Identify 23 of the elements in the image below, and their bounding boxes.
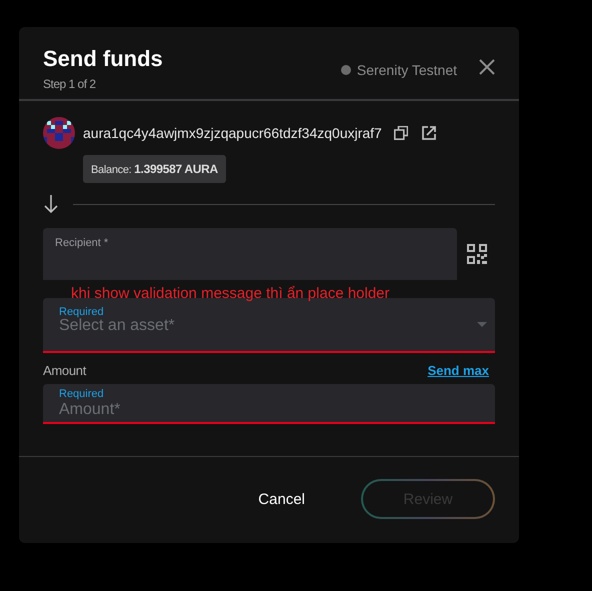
recipient-field[interactable]: Recipient * bbox=[43, 228, 457, 280]
avatar-icon bbox=[43, 117, 75, 149]
field-label: Recipient * bbox=[55, 237, 108, 249]
balance-chip: Balance: 1.399587 AURA bbox=[83, 155, 226, 183]
external-link-icon[interactable] bbox=[422, 126, 436, 140]
field-placeholder: Select an asset* bbox=[59, 317, 175, 336]
validation-message: Required bbox=[59, 306, 104, 318]
amount-field[interactable]: Required Amount* bbox=[43, 384, 495, 424]
dialog-title: Send funds bbox=[43, 45, 163, 73]
validation-message: Required bbox=[59, 388, 104, 400]
cancel-button[interactable]: Cancel bbox=[258, 490, 305, 508]
step-indicator: Step 1 of 2 bbox=[43, 77, 97, 91]
amount-label: Amount bbox=[43, 363, 86, 378]
send-max-link[interactable]: Send max bbox=[428, 363, 489, 378]
copy-icon[interactable] bbox=[394, 126, 408, 140]
close-icon[interactable] bbox=[479, 59, 495, 75]
wallet-address: aura1qc4y4awjmx9zjzqapucr66tdzf34zq0uxjraf7 bbox=[83, 125, 382, 141]
down-arrow-icon bbox=[43, 194, 59, 214]
network-name: Serenity Testnet bbox=[356, 62, 457, 78]
field-placeholder: Amount* bbox=[59, 401, 120, 419]
dropdown-caret-icon bbox=[477, 322, 487, 327]
network-status-dot bbox=[340, 65, 351, 75]
qr-code-icon[interactable] bbox=[467, 244, 487, 264]
